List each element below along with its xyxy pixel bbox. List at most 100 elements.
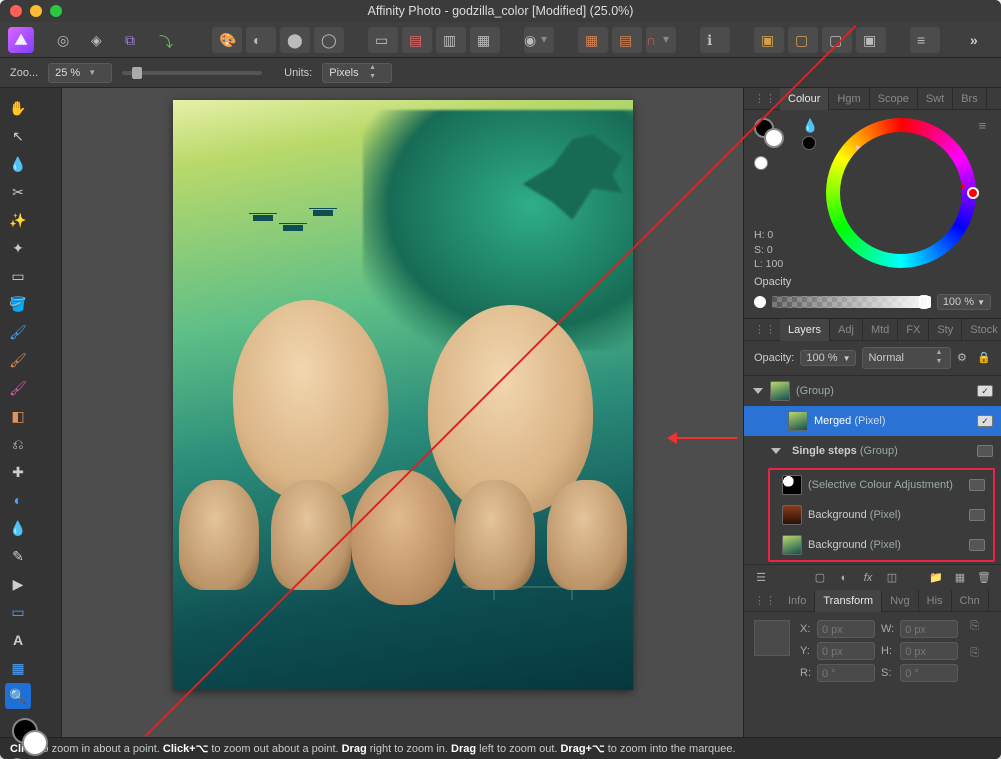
panel-grip-icon[interactable]: ⋮⋮ bbox=[754, 92, 776, 105]
window-zoom-button[interactable] bbox=[50, 5, 62, 17]
contrast-button[interactable]: ◐ bbox=[246, 27, 276, 53]
selection-grow-button[interactable]: ▦ bbox=[470, 27, 500, 53]
document-viewport[interactable] bbox=[62, 88, 743, 737]
panel-menu-icon[interactable]: ≡ bbox=[979, 118, 987, 133]
tab-adjustments[interactable]: Adj bbox=[830, 319, 863, 341]
text-tool[interactable]: A bbox=[5, 627, 31, 653]
selection-brush-tool[interactable]: ✨ bbox=[5, 207, 31, 233]
crop-tool[interactable]: ✂ bbox=[5, 179, 31, 205]
window-close-button[interactable] bbox=[10, 5, 22, 17]
tab-scope[interactable]: Scope bbox=[870, 88, 918, 110]
mix-brush-tool[interactable]: 🖌 bbox=[5, 375, 31, 401]
tab-history[interactable]: His bbox=[919, 590, 952, 612]
zoom-select[interactable]: 25 % ▼ bbox=[48, 63, 112, 83]
colour-picker-tool[interactable]: 💧 bbox=[5, 151, 31, 177]
align-button[interactable]: ≡ bbox=[910, 27, 940, 53]
y-field[interactable]: 0 px bbox=[817, 642, 875, 660]
colour-format-button[interactable]: 🎨 bbox=[212, 27, 242, 53]
adjustment-button[interactable]: ◐ bbox=[835, 569, 853, 587]
arrange-forward-button[interactable]: ▢ bbox=[788, 27, 818, 53]
fx-button[interactable]: fx bbox=[859, 569, 877, 587]
assistant-button[interactable]: ℹ bbox=[700, 27, 730, 53]
layer-row-background-1[interactable]: Background (Pixel) bbox=[770, 500, 993, 530]
visibility-toggle[interactable] bbox=[969, 539, 985, 551]
group-layers-button[interactable]: 📁 bbox=[927, 569, 945, 587]
persona-develop-button[interactable]: ⧉ bbox=[118, 27, 148, 53]
mask-button[interactable]: ▢ bbox=[811, 569, 829, 587]
clone-tool[interactable]: ⎌ bbox=[5, 431, 31, 457]
colour-triangle[interactable] bbox=[826, 117, 977, 268]
visibility-toggle[interactable] bbox=[969, 479, 985, 491]
colour-swatches[interactable] bbox=[4, 718, 57, 759]
disclosure-open-icon[interactable] bbox=[771, 448, 781, 454]
panel-grip-icon[interactable]: ⋮⋮ bbox=[754, 594, 776, 607]
selection-marquee-button[interactable]: ▭ bbox=[368, 27, 398, 53]
snap-grid-button[interactable]: ▦ bbox=[578, 27, 608, 53]
units-select[interactable]: Pixels ▲▼ bbox=[322, 63, 392, 83]
sparkle-tool[interactable]: ✦ bbox=[5, 235, 31, 261]
background-swatch[interactable] bbox=[22, 730, 48, 756]
snap-guides-button[interactable]: ▤ bbox=[612, 27, 642, 53]
tab-histogram[interactable]: Hgm bbox=[829, 88, 869, 110]
node-tool[interactable]: ▶ bbox=[5, 571, 31, 597]
mesh-warp-tool[interactable]: ▦ bbox=[5, 655, 31, 681]
tab-transform[interactable]: Transform bbox=[815, 590, 882, 612]
r-field[interactable]: 0 ° bbox=[817, 664, 875, 682]
panel-bg-swatch[interactable] bbox=[764, 128, 784, 148]
persona-photo-button[interactable]: ◎ bbox=[50, 27, 80, 53]
colour-wheel[interactable] bbox=[826, 118, 976, 268]
hue-indicator[interactable] bbox=[967, 187, 979, 199]
layer-row-adjustment[interactable]: (Selective Colour Adjustment) bbox=[770, 470, 993, 500]
arrange-backward-button[interactable]: ▢ bbox=[822, 27, 852, 53]
panel-grip-icon[interactable]: ⋮⋮ bbox=[754, 323, 776, 336]
crop-layer-button[interactable]: ◫ bbox=[883, 569, 901, 587]
h-field[interactable]: 0 px bbox=[900, 642, 958, 660]
marquee-tool[interactable]: ▭ bbox=[5, 263, 31, 289]
anchor-widget[interactable] bbox=[754, 620, 790, 656]
canvas[interactable] bbox=[173, 100, 633, 690]
tab-info[interactable]: Info bbox=[780, 590, 815, 612]
s-field[interactable]: 0 ° bbox=[900, 664, 958, 682]
disclosure-open-icon[interactable] bbox=[753, 388, 763, 394]
tab-stock[interactable]: Stock bbox=[962, 319, 1001, 341]
delete-layer-button[interactable]: 🗑 bbox=[975, 569, 993, 587]
healing-tool[interactable]: ✚ bbox=[5, 459, 31, 485]
view-hand-tool[interactable]: ✋ bbox=[5, 95, 31, 121]
tab-metadata[interactable]: Mtd bbox=[863, 319, 898, 341]
w-field[interactable]: 0 px bbox=[900, 620, 958, 638]
gear-icon[interactable]: ⚙ bbox=[957, 351, 971, 365]
blur-tool[interactable]: 💧 bbox=[5, 515, 31, 541]
arrange-back-button[interactable]: ▣ bbox=[856, 27, 886, 53]
tab-styles[interactable]: Sty bbox=[929, 319, 962, 341]
persona-liquify-button[interactable]: ◈ bbox=[84, 27, 114, 53]
snap-magnet-button[interactable]: ∩▾ bbox=[646, 27, 676, 53]
eyedropper-icon[interactable]: 💧 bbox=[802, 118, 818, 134]
zoom-slider[interactable] bbox=[122, 71, 262, 75]
visibility-toggle[interactable] bbox=[977, 445, 993, 457]
tab-layers[interactable]: Layers bbox=[780, 319, 830, 341]
overflow-button[interactable]: » bbox=[963, 27, 993, 53]
opacity-slider[interactable] bbox=[772, 296, 931, 308]
layer-row-background-2[interactable]: Background (Pixel) bbox=[770, 530, 993, 560]
zoom-tool[interactable]: 🔍 bbox=[5, 683, 31, 709]
link-rs-icon[interactable]: ⎘ bbox=[970, 647, 979, 660]
selection-refine-button[interactable]: ▥ bbox=[436, 27, 466, 53]
layers-opacity-select[interactable]: 100 %▼ bbox=[800, 350, 856, 366]
pixel-brush-tool[interactable]: 🖌 bbox=[5, 347, 31, 373]
flood-fill-tool[interactable]: 🪣 bbox=[5, 291, 31, 317]
selection-invert-button[interactable]: ▤ bbox=[402, 27, 432, 53]
blend-ranges-button[interactable]: ☰ bbox=[752, 569, 770, 587]
visibility-toggle[interactable]: ✓ bbox=[977, 415, 993, 427]
x-field[interactable]: 0 px bbox=[817, 620, 875, 638]
link-wh-icon[interactable]: ⎘ bbox=[970, 620, 979, 633]
pen-tool[interactable]: ✎ bbox=[5, 543, 31, 569]
soft-proof-button[interactable]: ◯ bbox=[314, 27, 344, 53]
move-tool[interactable]: ↖ bbox=[5, 123, 31, 149]
blend-mode-select[interactable]: Normal ▲▼ bbox=[862, 347, 951, 369]
opacity-value[interactable]: 100 % ▼ bbox=[937, 294, 991, 310]
layer-row-group[interactable]: (Group) ✓ bbox=[744, 376, 1001, 406]
panel-none-swatch[interactable] bbox=[754, 156, 768, 170]
tab-channels[interactable]: Chn bbox=[952, 590, 989, 612]
zoom-slider-knob[interactable] bbox=[132, 67, 142, 79]
paint-brush-tool[interactable]: 🖌 bbox=[5, 319, 31, 345]
